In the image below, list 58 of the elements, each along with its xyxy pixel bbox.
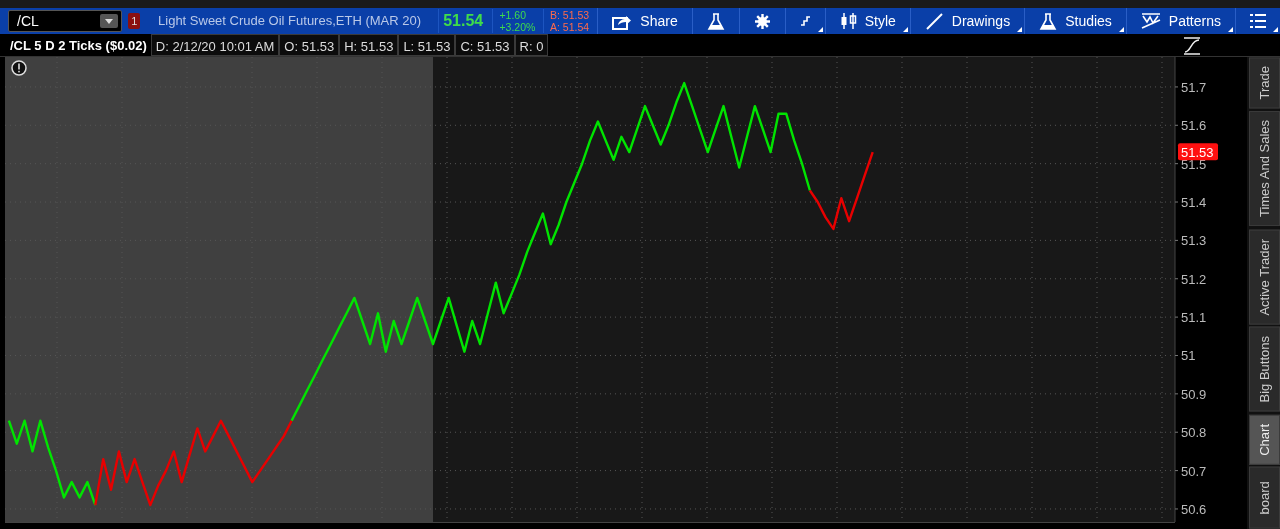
last-price: 51.54 bbox=[438, 9, 493, 33]
info-field: O: 51.53 bbox=[279, 34, 340, 56]
axis-label: 51.3 bbox=[1181, 233, 1207, 249]
menu-icon bbox=[1250, 13, 1266, 29]
toolbar-button[interactable] bbox=[784, 8, 825, 34]
axis-label: 51 bbox=[1181, 348, 1196, 364]
net-change: +1.60 bbox=[499, 9, 528, 21]
axis-label: 51.2 bbox=[1181, 271, 1207, 287]
toolbar-button[interactable]: Share bbox=[597, 8, 692, 34]
toolbar-button[interactable]: Drawings bbox=[909, 8, 1025, 34]
corner-arrow-icon bbox=[1118, 27, 1124, 32]
corner-arrow-icon bbox=[1017, 27, 1023, 32]
info-field: D: 2/12/20 10:01 AM bbox=[150, 34, 280, 56]
toolbar-button[interactable] bbox=[1235, 8, 1280, 34]
settings-icon bbox=[753, 12, 771, 30]
info-field: H: 51.53 bbox=[339, 34, 399, 56]
flask-icon bbox=[1039, 12, 1058, 30]
info-field: L: 51.53 bbox=[398, 34, 456, 56]
ask-price: A: 51.54 bbox=[549, 21, 591, 33]
corner-arrow-icon bbox=[1228, 27, 1233, 32]
axis-label: 50.9 bbox=[1181, 386, 1207, 402]
corner-arrow-icon bbox=[1273, 27, 1278, 32]
pattern-icon bbox=[1140, 12, 1161, 30]
corner-arrow-icon bbox=[902, 27, 908, 32]
side-tab[interactable]: Big Buttons bbox=[1249, 327, 1280, 412]
side-tab[interactable]: Trade bbox=[1249, 57, 1280, 109]
toolbar-button[interactable]: Studies bbox=[1024, 8, 1126, 34]
toolbar-button[interactable]: Patterns bbox=[1125, 8, 1235, 34]
axis-label: 50.6 bbox=[1181, 501, 1207, 517]
alert-icon[interactable] bbox=[11, 60, 27, 76]
candlestick-icon bbox=[839, 12, 857, 30]
flask-icon bbox=[706, 12, 725, 30]
corner-arrow-icon bbox=[817, 27, 823, 32]
chart-title: /CL 5 D 2 Ticks ($0.02) bbox=[9, 37, 148, 55]
side-tab[interactable]: Times And Sales bbox=[1249, 111, 1280, 227]
symbol-description: Light Sweet Crude Oil Futures,ETH (MAR 20) bbox=[158, 12, 422, 31]
side-tab[interactable]: board bbox=[1249, 467, 1280, 529]
side-tab[interactable]: Chart bbox=[1249, 414, 1280, 465]
info-field: R: 0 bbox=[514, 34, 549, 56]
info-field: C: 51.53 bbox=[455, 34, 515, 56]
caret-icon bbox=[105, 18, 114, 24]
bid-price: B: 51.53 bbox=[549, 9, 591, 21]
line-icon bbox=[924, 11, 944, 31]
axis-label: 50.8 bbox=[1181, 425, 1207, 441]
axis-label: 51.1 bbox=[1181, 310, 1207, 326]
dropdown-button[interactable] bbox=[100, 14, 119, 28]
axis-label: 51.7 bbox=[1181, 79, 1207, 95]
symbol-field[interactable]: /CL bbox=[8, 10, 123, 32]
percent-change: +3.20% bbox=[499, 21, 537, 33]
scale-icon[interactable] bbox=[1182, 36, 1202, 56]
toolbar-button[interactable]: Style bbox=[824, 8, 910, 34]
axis-label: 51.4 bbox=[1181, 195, 1207, 210]
link-badge[interactable]: 1 bbox=[128, 13, 141, 29]
side-tab[interactable]: Active Trader bbox=[1249, 229, 1280, 325]
axis-label: 50.7 bbox=[1181, 463, 1207, 479]
axis-label: 51.6 bbox=[1181, 118, 1207, 134]
price-tag: 51.53 bbox=[1178, 143, 1218, 161]
step-icon bbox=[799, 15, 811, 27]
